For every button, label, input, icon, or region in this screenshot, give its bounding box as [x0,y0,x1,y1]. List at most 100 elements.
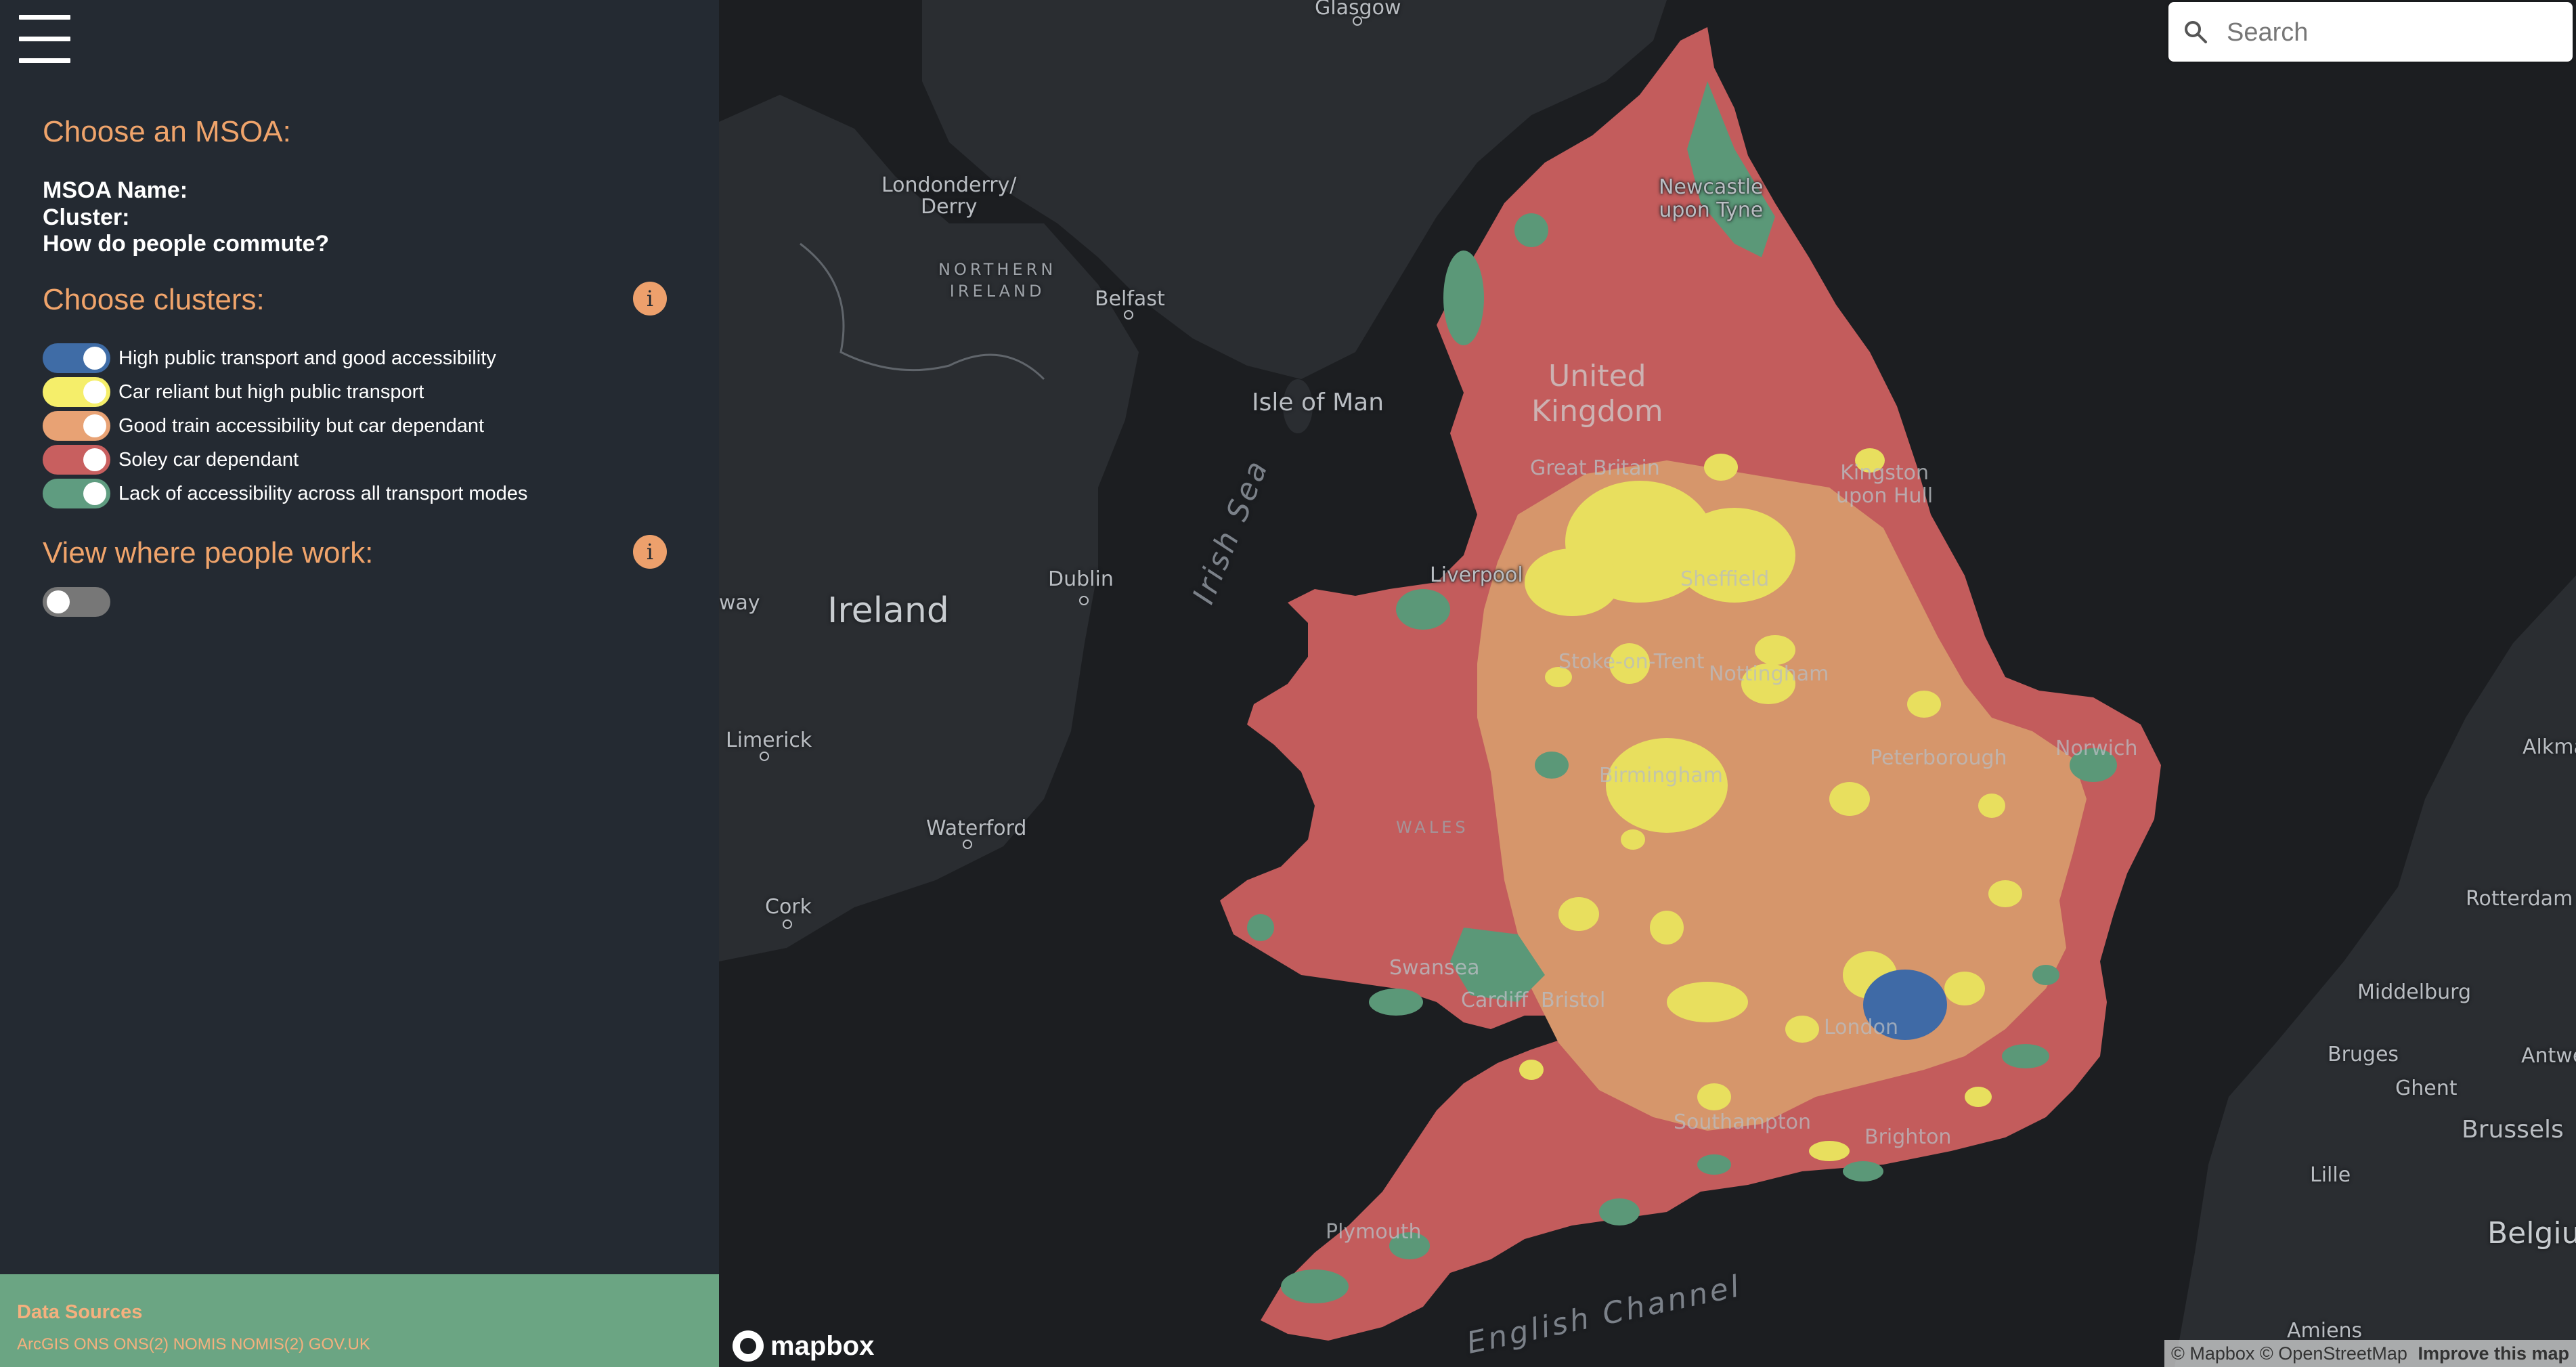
toggle-knob [47,590,70,613]
map-label-brussels: Brussels [2462,1116,2564,1144]
cluster-toggle-row: Lack of accessibility across all transpo… [43,477,527,510]
map-label-belfast: Belfast [1095,287,1165,311]
app-root: Choose an MSOA: MSOA Name: Cluster: How … [0,0,2576,1367]
map-label-peterborough: Peterborough [1870,746,2007,770]
city-dot-dublin [1079,596,1089,605]
data-sources-links: ArcGIS ONS ONS(2) NOMIS NOMIS(2) GOV.UK [17,1335,370,1354]
toggle-knob [83,448,106,471]
cluster-toggle-row: Good train accessibility but car dependa… [43,410,484,442]
msoa-name-row: MSOA Name: [43,177,193,204]
data-sources-panel: Data Sources ArcGIS ONS ONS(2) NOMIS NOM… [0,1274,719,1367]
map-label-northern-ireland: NORTHERN IRELAND [938,260,1057,301]
map-label-amiens: Amiens [2287,1319,2363,1343]
search-input[interactable] [2225,13,2560,52]
map-label-birmingham: Birmingham [1599,764,1723,787]
map-label-united-kingdom: United Kingdom [1531,359,1663,429]
cluster-row: Cluster: [43,204,135,231]
cluster-label: Cluster: [43,204,130,230]
cluster-toggle-label: High public transport and good accessibi… [118,347,496,369]
clusters-heading: Choose clusters: [43,283,265,316]
map-label-ghent: Ghent [2395,1077,2458,1100]
msoa-name-label: MSOA Name: [43,177,188,203]
map-label-bristol: Bristol [1541,989,1606,1012]
cluster-toggle-high-public-transport[interactable] [43,343,110,373]
cluster-toggle-label: Good train accessibility but car dependa… [118,414,485,437]
map-label-southampton: Southampton [1674,1110,1811,1134]
city-dot-waterford [963,840,972,849]
toggle-knob [83,414,106,437]
work-toggle-row [43,586,110,618]
source-link-gov-uk[interactable]: GOV.UK [309,1335,370,1353]
map-label-kingston: Kingston upon Hull [1836,461,1934,508]
map-label-swansea: Swansea [1389,956,1480,980]
cluster-toggle-car-reliant[interactable] [43,377,110,407]
map-label-limerick: Limerick [726,729,812,752]
search-icon [2185,21,2207,43]
work-heading: View where people work: [43,536,374,569]
map-label-cork: Cork [765,895,812,919]
map-label-rotterdam: Rotterdam [2466,887,2573,911]
map-label-bruges: Bruges [2328,1043,2399,1066]
attribution-osm-link[interactable]: © OpenStreetMap [2260,1343,2407,1364]
map-label-antwerp: Antwe [2521,1044,2576,1068]
source-link-arcgis[interactable]: ArcGIS [17,1335,69,1353]
map-label-nottingham: Nottingham [1709,662,1829,686]
map-label-norwich: Norwich [2055,737,2138,760]
source-link-ons-2[interactable]: ONS(2) [114,1335,169,1353]
map-label-great-britain: Great Britain [1530,456,1660,480]
map-label-middelburg: Middelburg [2357,980,2472,1004]
map-label-isle-of-man: Isle of Man [1252,389,1384,416]
sidebar: Choose an MSOA: MSOA Name: Cluster: How … [0,0,719,1367]
msoa-heading: Choose an MSOA: [43,115,291,148]
cluster-toggle-label: Soley car dependant [118,448,299,471]
cluster-toggle-row: High public transport and good accessibi… [43,342,496,374]
mapbox-logo-text: mapbox [770,1330,875,1361]
commute-label: How do people commute? [43,231,330,257]
work-info-icon[interactable]: i [633,535,667,569]
map-label-lille: Lille [2310,1163,2351,1187]
map-label-cardiff: Cardiff [1461,989,1529,1012]
cluster-toggle-good-train-accessibility[interactable] [43,411,110,441]
search-box [2168,2,2573,62]
cluster-toggle-lack-of-accessibility[interactable] [43,479,110,508]
map-label-wales: WALES [1396,818,1469,837]
map-label-sheffield: Sheffield [1680,567,1770,591]
cluster-toggle-soley-car-dependant[interactable] [43,445,110,475]
cluster-toggle-label: Car reliant but high public transport [118,381,424,403]
map-label-dublin: Dublin [1048,567,1114,591]
city-dot-glasgow [1353,16,1362,26]
map-label-london: London [1824,1016,1898,1039]
mapbox-logo[interactable]: mapbox [733,1328,874,1364]
attribution-mapbox-link[interactable]: © Mapbox [2171,1343,2254,1364]
view-work-toggle[interactable] [43,587,110,617]
map-label-londonderry: Londonderry/ Derry [881,173,1017,219]
city-dot-belfast [1124,310,1133,320]
map-label-plymouth: Plymouth [1326,1220,1422,1244]
improve-map-link[interactable]: Improve this map [2418,1343,2569,1364]
map-label-brighton: Brighton [1864,1125,1952,1149]
cluster-toggle-row: Soley car dependant [43,443,299,476]
toggle-knob [83,381,106,404]
toggle-knob [83,482,106,505]
map-attribution: © Mapbox © OpenStreetMap Improve this ma… [2164,1340,2576,1367]
cluster-toggle-row: Car reliant but high public transport [43,376,424,408]
map-label-waterford: Waterford [926,817,1027,840]
city-dot-limerick [760,752,769,761]
toggle-knob [83,347,106,370]
map-label-belgium: Belgiu [2487,1216,2576,1251]
data-sources-title: Data Sources [17,1301,143,1323]
map-label-liverpool: Liverpool [1430,563,1523,587]
map-label-newcastle: Newcastle upon Tyne [1659,175,1764,222]
source-link-ons[interactable]: ONS [74,1335,109,1353]
source-link-nomis[interactable]: NOMIS [173,1335,227,1353]
source-link-nomis-2[interactable]: NOMIS(2) [231,1335,304,1353]
map-label-way: way [719,591,760,615]
mapbox-logo-icon [733,1330,764,1362]
map-label-stoke: Stoke-on-Trent [1558,650,1705,674]
clusters-info-icon[interactable]: i [633,282,667,316]
map-canvas[interactable]: Glasgow Londonderry/ Derry NORTHERN IREL… [719,0,2576,1367]
map-label-alkmaar: Alkma [2523,735,2576,759]
cluster-toggle-label: Lack of accessibility across all transpo… [118,482,528,504]
hamburger-menu-icon[interactable] [16,12,73,66]
city-dot-cork [783,919,792,929]
